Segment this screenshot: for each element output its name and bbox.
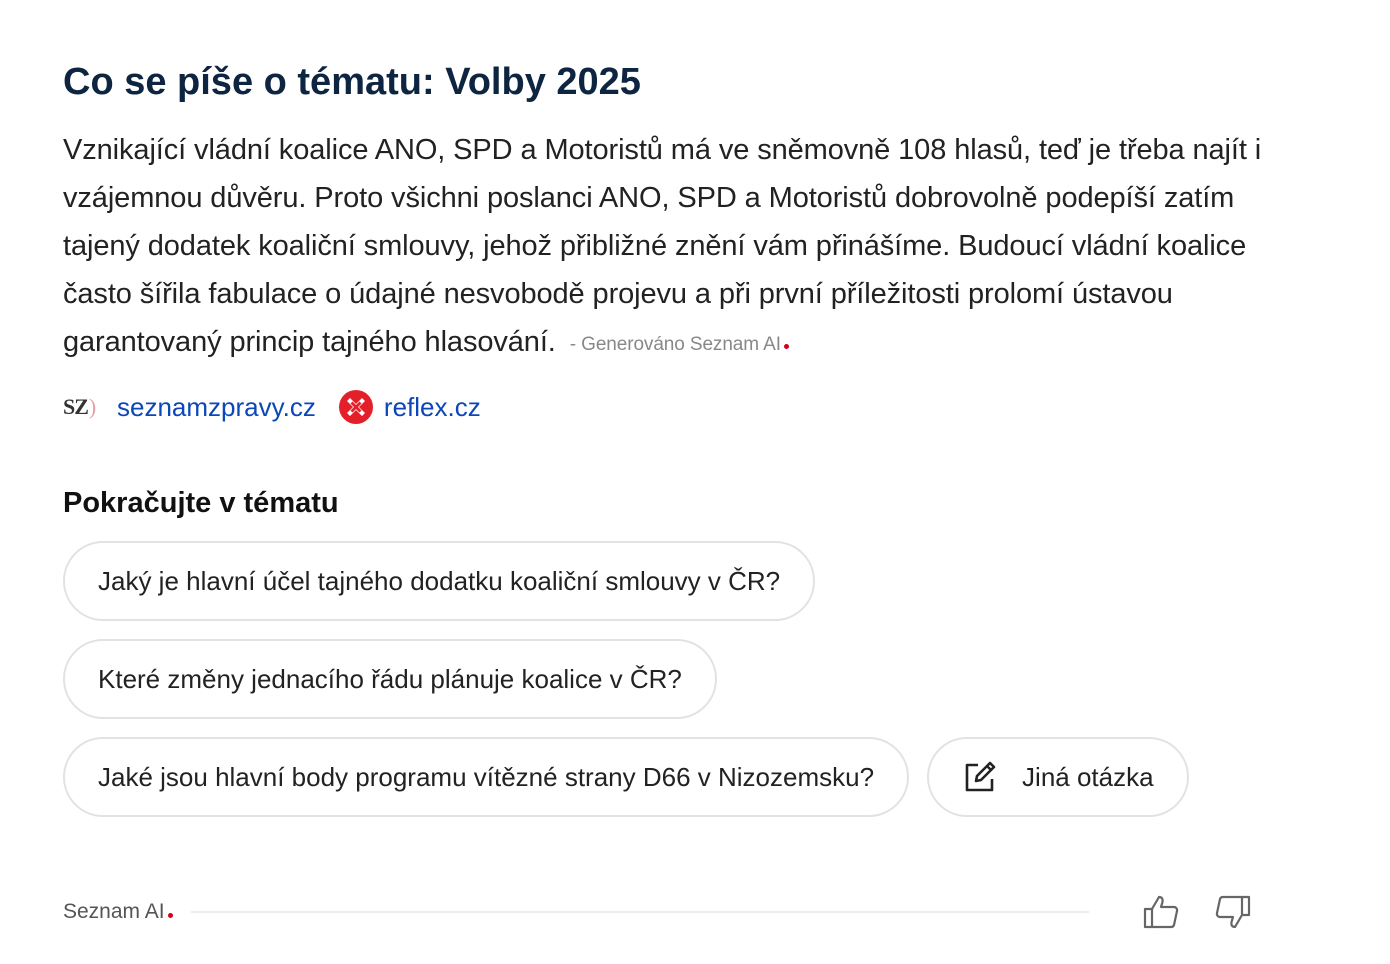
sources-list: SZ) seznamzpravy.cz reflex.cz bbox=[63, 387, 1263, 427]
divider bbox=[190, 911, 1089, 913]
ai-summary: Vznikající vládní koalice ANO, SPD a Mot… bbox=[63, 126, 1263, 369]
dislike-button[interactable] bbox=[1213, 892, 1253, 932]
edit-icon bbox=[965, 761, 996, 792]
chip-row: Jaké jsou hlavní body programu vítězné s… bbox=[63, 737, 1263, 817]
chip-row: Jaký je hlavní účel tajného dodatku koal… bbox=[63, 541, 1263, 621]
brand-dot bbox=[167, 913, 173, 918]
seznamzpravy-logo-icon: SZ) bbox=[63, 394, 96, 419]
footer-brand: Seznam AI bbox=[63, 900, 173, 924]
source-label: reflex.cz bbox=[383, 391, 481, 422]
question-chip-2[interactable]: Které změny jednacího řádu plánuje koali… bbox=[63, 639, 717, 719]
suggested-questions: Jaký je hlavní účel tajného dodatku koal… bbox=[63, 541, 1263, 817]
generated-note: - Generováno Seznam AI bbox=[570, 334, 789, 355]
topic-title: Co se píše o tématu: Volby 2025 bbox=[63, 61, 641, 103]
ai-footer: Seznam AI bbox=[63, 892, 1253, 932]
question-chip-3[interactable]: Jaké jsou hlavní body programu vítězné s… bbox=[63, 737, 910, 817]
source-seznamzpravy[interactable]: SZ) seznamzpravy.cz bbox=[63, 390, 316, 424]
question-chip-1[interactable]: Jaký je hlavní účel tajného dodatku koal… bbox=[63, 541, 816, 621]
continue-title: Pokračujte v tématu bbox=[63, 487, 339, 519]
like-button[interactable] bbox=[1141, 892, 1181, 932]
chip-row: Které změny jednacího řádu plánuje koali… bbox=[63, 639, 1263, 719]
source-label: seznamzpravy.cz bbox=[117, 391, 316, 422]
summary-text: Vznikající vládní koalice ANO, SPD a Mot… bbox=[63, 134, 1262, 358]
other-question-label: Jiná otázka bbox=[1022, 761, 1154, 792]
other-question-button[interactable]: Jiná otázka bbox=[927, 737, 1189, 817]
topic-card: Co se píše o tématu: Volby 2025 Vznikají… bbox=[63, 56, 1263, 835]
thumbs-down-icon bbox=[1215, 895, 1251, 929]
reflex-logo-icon bbox=[338, 390, 373, 424]
thumbs-up-icon bbox=[1143, 895, 1179, 929]
brand-dot bbox=[783, 344, 789, 349]
source-reflex[interactable]: reflex.cz bbox=[338, 389, 481, 425]
